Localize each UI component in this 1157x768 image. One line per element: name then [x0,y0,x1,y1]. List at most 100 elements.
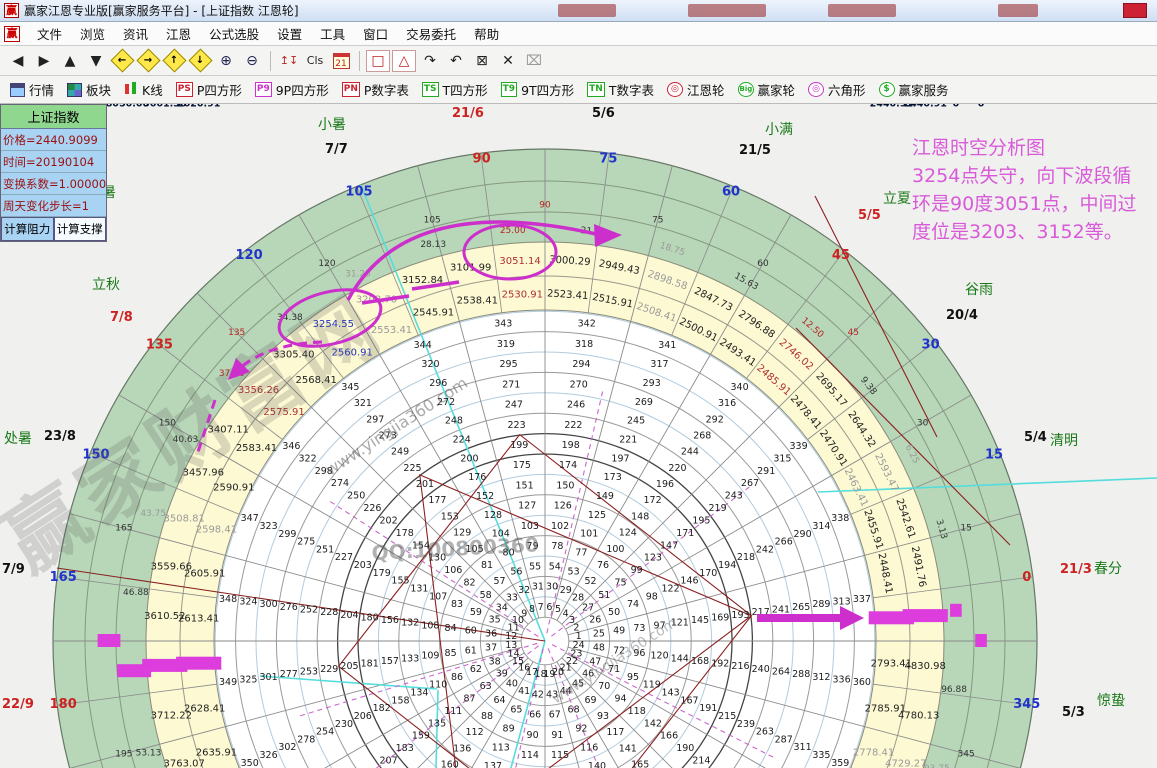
diamond-left-icon[interactable]: ← [110,50,134,72]
background-window-artifact [828,4,896,17]
svg-text:120: 120 [651,651,669,662]
toolbar-item-9t-square[interactable]: T99T四方形 [497,78,581,101]
svg-text:111: 111 [444,706,462,717]
svg-text:3: 3 [569,615,575,626]
menu-2[interactable]: 资讯 [114,22,157,45]
menu-5[interactable]: 设置 [268,22,311,45]
down-pointer-icon[interactable]: ▼ [84,50,108,72]
toolbar-item-p-table[interactable]: PNP数字表 [338,78,415,101]
svg-text:37: 37 [485,643,497,654]
square-tool-icon[interactable]: □ [366,50,390,72]
background-window-artifact [688,4,766,17]
toolbar-item-quotes[interactable]: 行情 [6,78,60,101]
svg-text:195: 195 [692,516,710,527]
menu-0[interactable]: 文件 [28,22,71,45]
svg-text:322: 322 [299,453,317,464]
svg-text:45: 45 [848,328,859,338]
svg-text:61: 61 [465,645,477,656]
toolbar-item-winner-service[interactable]: $赢家服务 [875,78,955,101]
svg-text:140: 140 [588,761,606,768]
diamond-down-icon[interactable]: ↓ [188,50,212,72]
svg-text:270: 270 [570,379,588,390]
svg-text:263: 263 [756,727,774,738]
svg-text:81: 81 [481,560,493,571]
svg-text:85: 85 [445,648,457,659]
menu-9[interactable]: 帮助 [465,22,508,45]
calc-support-button[interactable]: 计算支撑 [54,217,107,241]
svg-text:219: 219 [709,503,727,514]
cls-icon[interactable]: Cls [303,50,327,72]
svg-text:158: 158 [391,695,409,706]
menu-3[interactable]: 江恩 [157,22,200,45]
svg-text:105: 105 [345,185,372,200]
toolbar-item-9p-square[interactable]: P99P四方形 [251,78,335,101]
svg-text:0: 0 [978,104,985,110]
menu-7[interactable]: 窗口 [354,22,397,45]
toolbar-item-t-table[interactable]: TNT数字表 [583,78,660,101]
date-label: 23/8 [44,429,76,444]
svg-text:53.13: 53.13 [136,748,162,758]
menu-4[interactable]: 公式选股 [200,22,268,45]
svg-text:2545.91: 2545.91 [413,307,454,318]
triangle-tool-icon[interactable]: △ [392,50,416,72]
zoom-in-icon[interactable]: ⊕ [214,50,238,72]
title-bar: 赢 赢家江恩专业版[赢家服务平台] - [上证指数 江恩轮] [0,0,1157,22]
toolbar-modules: 行情板块K线PSP四方形P99P四方形PNP数字表TST四方形T99T四方形TN… [0,76,1157,104]
svg-text:202: 202 [380,516,398,527]
up-pointer-icon[interactable]: ▲ [58,50,82,72]
toolbar-item-winner-wheel[interactable]: Big赢家轮 [734,78,802,101]
calc-resistance-button[interactable]: 计算阻力 [1,217,54,241]
rotate-cw-icon[interactable]: ↷ [418,50,442,72]
svg-text:324: 324 [239,596,257,607]
svg-text:199: 199 [510,440,528,451]
close-button[interactable] [1123,3,1147,18]
svg-text:143: 143 [662,688,680,699]
svg-text:147: 147 [660,540,678,551]
svg-text:67: 67 [549,710,561,721]
toolbar-item-hexagon[interactable]: ◎六角形 [804,78,872,101]
back-icon[interactable]: ◀ [6,50,30,72]
menu-6[interactable]: 工具 [311,22,354,45]
svg-text:83: 83 [451,599,463,610]
svg-text:60: 60 [465,626,477,637]
toolbar-item-p-square[interactable]: PSP四方形 [172,78,248,101]
svg-text:52: 52 [584,576,596,587]
svg-text:131: 131 [410,584,428,595]
svg-text:160: 160 [441,760,459,768]
svg-text:76: 76 [597,560,609,571]
t-updown-icon[interactable]: ↥↧ [277,50,301,72]
svg-text:2530.91: 2530.91 [502,290,543,301]
date-label: 7/8 [110,310,133,325]
svg-text:90: 90 [527,730,539,741]
toolbar-item-kline[interactable]: K线 [120,78,169,101]
diamond-up-icon[interactable]: ↑ [162,50,186,72]
shrink-icon[interactable]: ✕ [496,50,520,72]
toolbar-item-gann-wheel[interactable]: ◎江恩轮 [663,78,731,101]
menu-8[interactable]: 交易委托 [397,22,465,45]
gann-wheel-canvas[interactable]: 1234567891011121314151617181920212223242… [0,104,1157,768]
toolbar-item-label: 江恩轮 [687,80,725,99]
toolbar-item-t-square[interactable]: TST四方形 [418,78,494,101]
svg-text:119: 119 [643,680,661,691]
toolbar-navigation: ◀▶▲▼←→↑↓⊕⊖ ↥↧Cls21 □△↷↶⊠✕⌧ [0,46,1157,76]
svg-text:174: 174 [559,460,577,471]
diamond-right-icon[interactable]: → [136,50,160,72]
forward-icon[interactable]: ▶ [32,50,56,72]
zoom-out-icon[interactable]: ⊖ [240,50,264,72]
svg-text:149: 149 [596,491,614,502]
toolbar-item-label: 赢家轮 [758,80,796,99]
toolbar-item-sectors[interactable]: 板块 [63,78,117,101]
svg-text:151: 151 [516,480,534,491]
rotate-ccw-icon[interactable]: ↶ [444,50,468,72]
screen-icon[interactable]: ⌧ [522,50,546,72]
svg-text:2590.91: 2590.91 [213,483,254,494]
svg-text:338: 338 [831,513,849,524]
box-x-icon[interactable]: ⊠ [470,50,494,72]
svg-text:128: 128 [484,510,502,521]
calendar-icon[interactable]: 21 [329,50,353,72]
svg-text:49: 49 [613,626,625,637]
svg-text:137: 137 [484,761,502,768]
svg-text:36: 36 [485,628,497,639]
menu-1[interactable]: 浏览 [71,22,114,45]
svg-text:125: 125 [588,510,606,521]
